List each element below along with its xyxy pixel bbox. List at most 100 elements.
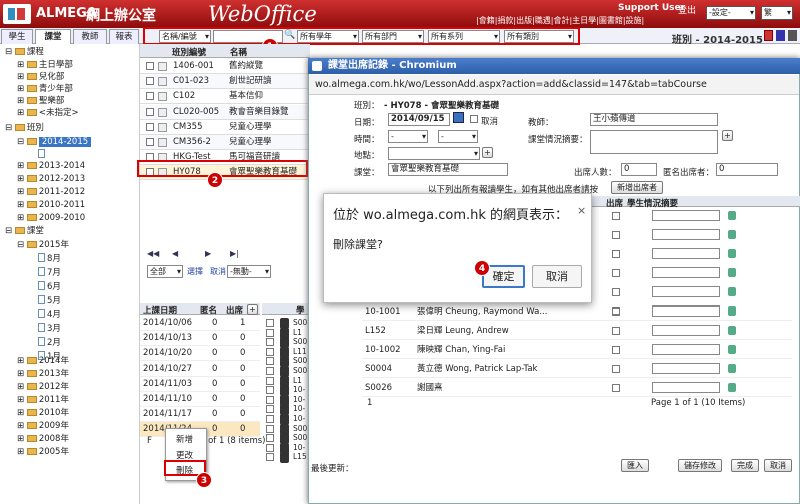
tree-class-year[interactable]: ⊞ 2011-2012 bbox=[17, 186, 85, 198]
attend-checkbox[interactable] bbox=[612, 231, 620, 239]
attend-checkbox[interactable] bbox=[612, 250, 620, 258]
table-row[interactable]: CL020-005 教會音樂目錄覽 bbox=[140, 104, 310, 120]
student-checkbox[interactable] bbox=[266, 405, 274, 414]
tree-course-item[interactable]: ⊞ 兒化部 bbox=[17, 71, 64, 83]
student-checkbox[interactable] bbox=[266, 386, 274, 395]
attend-count-input[interactable]: 0 bbox=[621, 163, 657, 176]
student-checkbox[interactable] bbox=[266, 424, 274, 433]
select-scope[interactable]: 全部 bbox=[147, 265, 183, 278]
address-bar[interactable]: wo.almega.com.hk/wo/LessonAdd.aspx?actio… bbox=[309, 75, 799, 95]
lesson-input[interactable]: 會眾聖樂教育基礎 bbox=[388, 163, 508, 176]
row-expand-icon[interactable] bbox=[158, 92, 167, 102]
student-checkbox[interactable] bbox=[266, 357, 274, 366]
tree-class-year[interactable]: ⊞ 2012-2013 bbox=[17, 173, 85, 185]
row-expand-icon[interactable] bbox=[158, 138, 167, 147]
student-summary-input[interactable] bbox=[652, 248, 720, 259]
lesson-row[interactable]: 2014/11/03 0 0 bbox=[140, 376, 260, 392]
menu-item-add[interactable]: 新增 bbox=[176, 433, 193, 445]
save-button[interactable]: 儲存修改 bbox=[678, 459, 722, 472]
row-checkbox[interactable] bbox=[146, 138, 154, 146]
col-lesson-date[interactable]: 上課日期 bbox=[143, 304, 177, 316]
tree-lesson-year[interactable]: ⊞ 2005年 bbox=[17, 446, 69, 458]
student-checkbox[interactable] bbox=[266, 347, 274, 356]
teacher-input[interactable]: 王小蘋傳道 bbox=[590, 113, 718, 126]
confirm-cancel-button[interactable]: 取消 bbox=[532, 265, 582, 288]
student-checkbox[interactable] bbox=[266, 395, 274, 404]
tree-lesson-year[interactable]: ⊞ 2010年 bbox=[17, 407, 69, 419]
row-checkbox[interactable] bbox=[146, 62, 154, 70]
col-anonymous[interactable]: 匿名 bbox=[200, 304, 217, 316]
note-icon[interactable] bbox=[728, 287, 736, 296]
row-expand-icon[interactable] bbox=[158, 62, 167, 71]
table-row[interactable]: CM355 兒童心理學 bbox=[140, 119, 310, 135]
language-select[interactable]: 繁 bbox=[761, 6, 793, 20]
lesson-row[interactable]: 2014/10/13 0 0 bbox=[140, 331, 260, 347]
student-checkbox[interactable] bbox=[266, 328, 274, 337]
tree-month[interactable]: 4月 bbox=[38, 309, 61, 321]
tree-courses[interactable]: ⊟ 課程 bbox=[5, 46, 44, 58]
attend-checkbox[interactable] bbox=[612, 308, 620, 316]
student-summary-input[interactable] bbox=[652, 286, 720, 297]
add-attendee-button[interactable]: 新增出席者 bbox=[611, 181, 663, 194]
note-icon[interactable] bbox=[728, 345, 736, 354]
note-icon[interactable] bbox=[728, 307, 736, 316]
tree-month[interactable]: 6月 bbox=[38, 281, 61, 293]
tab-teachers[interactable]: 教師 bbox=[73, 29, 107, 44]
summary-add-button[interactable]: + bbox=[722, 130, 733, 141]
table-row[interactable]: C102 基本信仰 bbox=[140, 89, 310, 105]
tree-month[interactable]: 3月 bbox=[38, 323, 61, 335]
lesson-row[interactable]: 2014/10/20 0 0 bbox=[140, 346, 260, 362]
student-checkbox[interactable] bbox=[266, 376, 274, 385]
table-row[interactable]: C01-023 創世記研讀 bbox=[140, 74, 310, 90]
student-checkbox[interactable] bbox=[266, 367, 274, 375]
lesson-row[interactable]: 2014/10/27 0 0 bbox=[140, 361, 260, 377]
note-icon[interactable] bbox=[728, 230, 736, 239]
tree-course-item[interactable]: ⊞ 青少年部 bbox=[17, 83, 73, 95]
attend-checkbox[interactable] bbox=[612, 384, 620, 392]
note-icon[interactable] bbox=[728, 326, 736, 335]
tree-course-item[interactable]: ⊞ <未指定> bbox=[17, 107, 79, 119]
student-summary-input[interactable] bbox=[652, 229, 720, 240]
note-icon[interactable] bbox=[728, 364, 736, 373]
tree-class-year[interactable]: ⊞ 2009-2010 bbox=[17, 212, 85, 224]
lesson-row[interactable]: 2014/11/17 0 0 bbox=[140, 407, 260, 423]
col-attendance[interactable]: 出席 bbox=[226, 304, 243, 316]
location-select[interactable] bbox=[388, 147, 480, 160]
tree-month[interactable]: 2月 bbox=[38, 337, 61, 349]
lesson-row[interactable]: 2014/11/10 0 0 bbox=[140, 392, 260, 407]
row-checkbox[interactable] bbox=[146, 77, 154, 86]
add-lesson-button[interactable]: + bbox=[247, 304, 258, 315]
attend-checkbox[interactable] bbox=[612, 212, 620, 220]
tree-year-2014-2015[interactable]: ⊟ 2014-2015 bbox=[17, 136, 92, 148]
tab-courses[interactable]: 課堂 bbox=[35, 29, 71, 44]
tree-month[interactable]: 5月 bbox=[38, 295, 61, 307]
student-checkbox[interactable] bbox=[266, 319, 274, 327]
next-page-button[interactable]: ▶ bbox=[205, 249, 211, 258]
row-expand-icon[interactable] bbox=[158, 122, 167, 132]
row-expand-icon[interactable] bbox=[158, 107, 167, 117]
anon-count-input[interactable]: 0 bbox=[716, 163, 778, 176]
col-name[interactable]: 名稱 bbox=[230, 46, 247, 58]
import-button[interactable]: 匯入 bbox=[621, 459, 649, 472]
cancel-checkbox[interactable] bbox=[470, 115, 478, 123]
summary-textarea[interactable] bbox=[590, 130, 718, 154]
tree-classes[interactable]: ⊟ 班別 bbox=[5, 122, 44, 134]
student-summary-input[interactable] bbox=[652, 382, 720, 393]
delete-icon[interactable] bbox=[764, 30, 773, 41]
done-button[interactable]: 完成 bbox=[731, 459, 759, 472]
tree-lessons[interactable]: ⊟ 課堂 bbox=[5, 225, 44, 237]
logout-link[interactable]: 登出 bbox=[678, 3, 696, 16]
location-add-button[interactable]: + bbox=[482, 147, 493, 158]
attend-checkbox[interactable] bbox=[612, 365, 620, 373]
dialog-cancel-button[interactable]: 取消 bbox=[764, 459, 792, 472]
attend-checkbox[interactable] bbox=[612, 327, 620, 335]
time-minute-select[interactable]: - bbox=[438, 130, 478, 143]
tree-course-item[interactable]: ⊞ 聖樂部 bbox=[17, 95, 64, 107]
tree-month[interactable]: 8月 bbox=[38, 253, 61, 265]
attend-checkbox[interactable] bbox=[612, 269, 620, 277]
top-nav-links[interactable]: |會籍|捐款|出版|職遇|會計|主日學|圖書館|設施| bbox=[476, 15, 644, 26]
alert-close-icon[interactable]: × bbox=[577, 204, 586, 217]
row-expand-icon[interactable] bbox=[158, 77, 167, 87]
tree-month[interactable]: 7月 bbox=[38, 267, 61, 279]
date-input[interactable]: 2014/09/15 bbox=[388, 113, 450, 126]
